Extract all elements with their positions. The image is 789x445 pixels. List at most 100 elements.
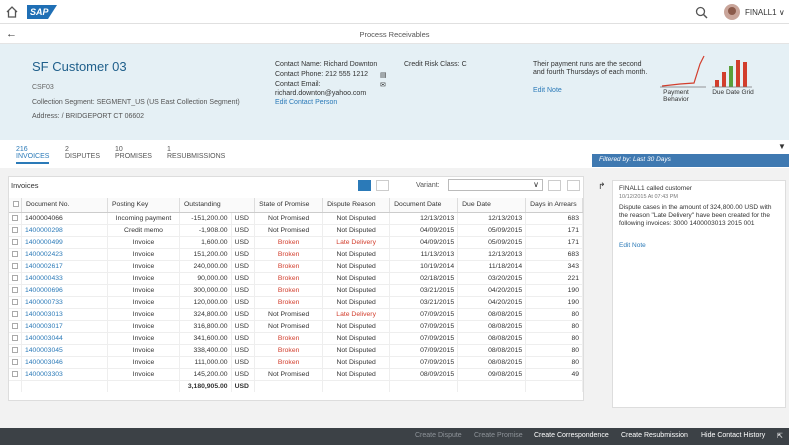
table-row[interactable]: 1400004066 Incoming payment -151,200.00 USD…	[9, 212, 583, 225]
posting-key: Invoice	[107, 236, 180, 249]
document-number[interactable]: 1400003046	[21, 356, 108, 369]
document-number[interactable]: 1400003303	[21, 368, 108, 381]
column-header[interactable]: Posting Key	[107, 198, 180, 213]
document-number[interactable]: 1400000298	[21, 224, 108, 237]
document-number[interactable]: 1400003044	[21, 332, 108, 345]
column-header[interactable]: Dispute Reason	[322, 198, 391, 213]
row-select[interactable]	[9, 260, 22, 273]
document-number[interactable]: 1400000696	[21, 284, 108, 297]
table-row[interactable]: 1400000733 Invoice 120,000.00 USD Broken Not …	[9, 296, 583, 309]
tab-promises[interactable]: 10 PROMISES	[115, 146, 152, 160]
settings-gear-icon[interactable]	[548, 180, 561, 191]
table-row[interactable]: 1400003046 Invoice 111,000.00 USD Broken Not …	[9, 356, 583, 369]
home-icon[interactable]	[6, 6, 18, 18]
due-date: 09/08/2015	[457, 368, 527, 381]
sap-logo[interactable]: SAP	[27, 5, 57, 19]
checkbox[interactable]	[12, 250, 18, 257]
table-row[interactable]: 1400002423 Invoice 151,200.00 USD Broken Not …	[9, 248, 583, 261]
table-row[interactable]: 1400003303 Invoice 145,200.00 USD Not Promis…	[9, 368, 583, 381]
phone-icon[interactable]: ▤	[380, 71, 387, 79]
edit-contact-link[interactable]: Edit Contact Person	[275, 99, 337, 106]
checkbox[interactable]	[12, 214, 18, 221]
create-resubmission-button[interactable]: Create Resubmission	[621, 432, 688, 439]
table-row[interactable]: 1400003013 Invoice 324,800.00 USD Not Promis…	[9, 308, 583, 321]
payment-behavior-chart[interactable]	[660, 54, 708, 88]
table-row[interactable]: 1400003045 Invoice 338,400.00 USD Broken Not …	[9, 344, 583, 357]
export-icon[interactable]	[567, 180, 580, 191]
column-header[interactable]: Document Date	[389, 198, 459, 213]
row-select[interactable]	[9, 308, 22, 321]
row-select[interactable]	[9, 248, 22, 261]
column-header[interactable]: Outstanding	[179, 198, 256, 213]
row-select[interactable]	[9, 296, 22, 309]
document-number[interactable]: 1400000433	[21, 272, 108, 285]
row-select[interactable]	[9, 368, 22, 381]
checkbox[interactable]	[12, 298, 18, 305]
document-number[interactable]: 1400003017	[21, 320, 108, 333]
table-row[interactable]: 1400000696 Invoice 300,000.00 USD Broken Not …	[9, 284, 583, 297]
table-row[interactable]: 1400003044 Invoice 341,600.00 USD Broken Not …	[9, 332, 583, 345]
create-correspondence-button[interactable]: Create Correspondence	[534, 432, 609, 439]
posting-key: Incoming payment	[107, 212, 180, 225]
outstanding-amount: 90,000.00	[179, 272, 232, 285]
checkbox[interactable]	[12, 358, 18, 365]
document-number[interactable]: 1400003013	[21, 308, 108, 321]
avatar[interactable]	[724, 4, 740, 20]
document-number[interactable]: 1400000499	[21, 236, 108, 249]
user-menu[interactable]: FINALL1 ∨	[745, 8, 785, 17]
column-header[interactable]: Days in Arrears	[525, 198, 583, 213]
row-select[interactable]	[9, 224, 22, 237]
checkbox[interactable]	[12, 226, 18, 233]
activity-edit-note-link[interactable]: Edit Note	[619, 242, 779, 250]
document-number[interactable]: 1400003045	[21, 344, 108, 357]
row-select[interactable]	[9, 272, 22, 285]
mail-icon[interactable]: ✉	[380, 81, 386, 89]
table-row[interactable]: 1400000433 Invoice 90,000.00 USD Broken Not D…	[9, 272, 583, 285]
checkbox[interactable]	[12, 262, 18, 269]
document-number[interactable]: 1400000733	[21, 296, 108, 309]
table-row[interactable]: 1400003017 Invoice 316,800.00 USD Not Promis…	[9, 320, 583, 333]
variant-select[interactable]: ∨	[448, 179, 543, 191]
due-date-grid-chart[interactable]	[712, 54, 752, 88]
checkbox[interactable]	[12, 274, 18, 281]
hide-contact-history-button[interactable]: Hide Contact History	[701, 432, 765, 439]
checkbox[interactable]	[12, 346, 18, 353]
chart-view-icon[interactable]	[376, 180, 389, 191]
row-select[interactable]	[9, 344, 22, 357]
tab-count: 1	[167, 146, 171, 153]
table-row[interactable]: 1400002617 Invoice 240,000.00 USD Broken Not …	[9, 260, 583, 273]
document-number[interactable]: 1400002617	[21, 260, 108, 273]
share-icon[interactable]: ⇱	[777, 432, 783, 440]
promise-state: Not Promised	[254, 368, 324, 381]
checkbox[interactable]	[12, 238, 18, 245]
checkbox[interactable]	[12, 334, 18, 341]
row-select[interactable]	[9, 284, 22, 297]
table-view-icon[interactable]	[358, 180, 371, 191]
tab-invoices[interactable]: 216 INVOICES	[16, 146, 50, 164]
row-select[interactable]	[9, 356, 22, 369]
checkbox[interactable]	[12, 310, 18, 317]
create-dispute-button[interactable]: Create Dispute	[415, 432, 462, 439]
table-row[interactable]: 1400000298 Credit memo -1,908.00 USD Not Pro…	[9, 224, 583, 237]
checkbox[interactable]	[12, 286, 18, 293]
column-header[interactable]: Due Date	[457, 198, 527, 213]
tab-resubmissions[interactable]: 1 RESUBMISSIONS	[167, 146, 225, 160]
row-select[interactable]	[9, 332, 22, 345]
row-select[interactable]	[9, 236, 22, 249]
search-icon[interactable]	[695, 6, 708, 19]
document-number[interactable]: 1400002423	[21, 248, 108, 261]
tab-disputes[interactable]: 2 DISPUTES	[65, 146, 100, 160]
checkbox[interactable]	[12, 370, 18, 377]
checkbox[interactable]	[12, 322, 18, 329]
column-header[interactable]: State of Promise	[254, 198, 324, 213]
table-row[interactable]: 1400000499 Invoice 1,600.00 USD Broken Late D…	[9, 236, 583, 249]
posting-key: Invoice	[107, 284, 180, 297]
edit-note-link[interactable]: Edit Note	[533, 87, 562, 94]
filter-icon[interactable]: ▼	[778, 142, 786, 151]
row-select[interactable]	[9, 212, 22, 225]
row-select[interactable]	[9, 320, 22, 333]
checkbox[interactable]	[13, 201, 19, 208]
create-promise-button[interactable]: Create Promise	[474, 432, 523, 439]
column-header[interactable]: Document No.	[21, 198, 108, 213]
select-all-checkbox[interactable]	[9, 198, 22, 213]
